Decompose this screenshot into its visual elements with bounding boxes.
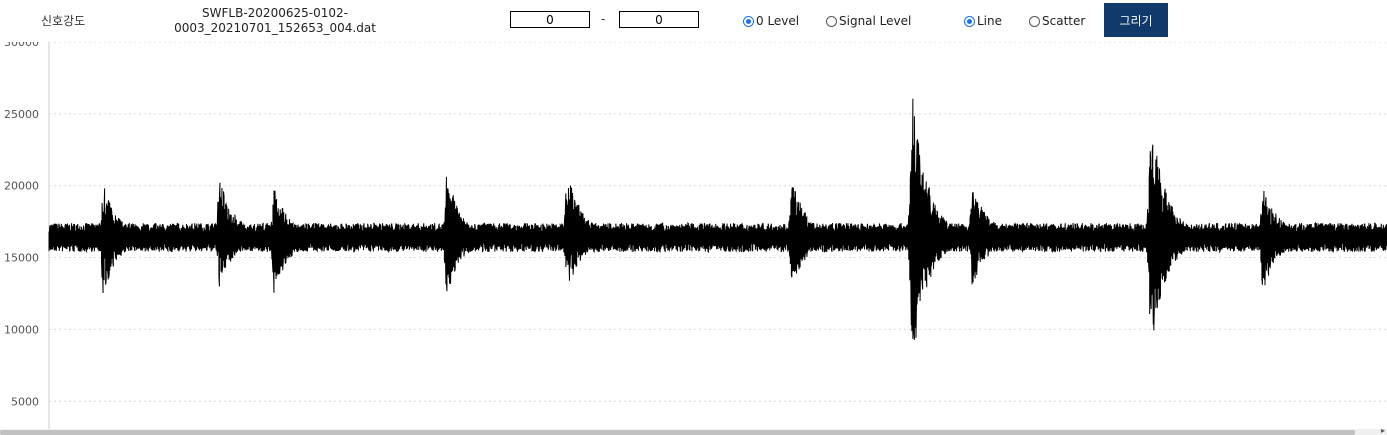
radio-zero-level[interactable]: 0 Level <box>743 14 799 28</box>
y-tick-label: 25000 <box>4 108 39 121</box>
range-start-input[interactable] <box>510 11 590 28</box>
y-tick-label: 20000 <box>4 180 39 193</box>
file-name-line-1: SWFLB-20200625-0102- <box>202 6 348 20</box>
radio-line[interactable]: Line <box>964 14 1002 28</box>
radio-label: 0 Level <box>756 14 800 28</box>
radio-scatter[interactable]: Scatter <box>1029 14 1085 28</box>
scrollbar-thumb[interactable] <box>0 430 1355 435</box>
radio-label: Signal Level <box>839 14 912 28</box>
range-separator: - <box>601 12 606 26</box>
file-name: SWFLB-20200625-0102- 0003_20210701_15265… <box>170 6 380 36</box>
range-end-input[interactable] <box>619 11 699 28</box>
y-tick-label: 15000 <box>4 252 39 265</box>
radio-label: Line <box>977 14 1003 28</box>
signal-chart: 30000 25000 20000 15000 10000 5000 <box>0 36 1387 430</box>
draw-button[interactable]: 그리기 <box>1104 3 1168 37</box>
y-tick-label: 30000 <box>4 42 39 49</box>
signal-chart-svg: 30000 25000 20000 15000 10000 5000 <box>4 36 1387 430</box>
y-tick-label: 10000 <box>4 323 39 336</box>
y-tick-label: 5000 <box>11 395 39 408</box>
radio-label: Scatter <box>1042 14 1086 28</box>
radio-button-icon <box>1029 15 1040 27</box>
file-name-line-2: 0003_20210701_152653_004.dat <box>174 21 376 35</box>
horizontal-scrollbar[interactable]: ▸ <box>0 426 1387 435</box>
radio-button-icon <box>826 15 837 27</box>
signal-series-line <box>48 98 1387 340</box>
radio-button-icon <box>743 15 754 27</box>
scroll-right-arrow-icon[interactable]: ▸ <box>1381 426 1385 435</box>
radio-signal-level[interactable]: Signal Level <box>826 14 911 28</box>
radio-button-icon <box>964 15 975 27</box>
toolbar: 신호강도 SWFLB-20200625-0102- 0003_20210701_… <box>0 0 1387 42</box>
signal-strength-label: 신호강도 <box>41 14 86 28</box>
